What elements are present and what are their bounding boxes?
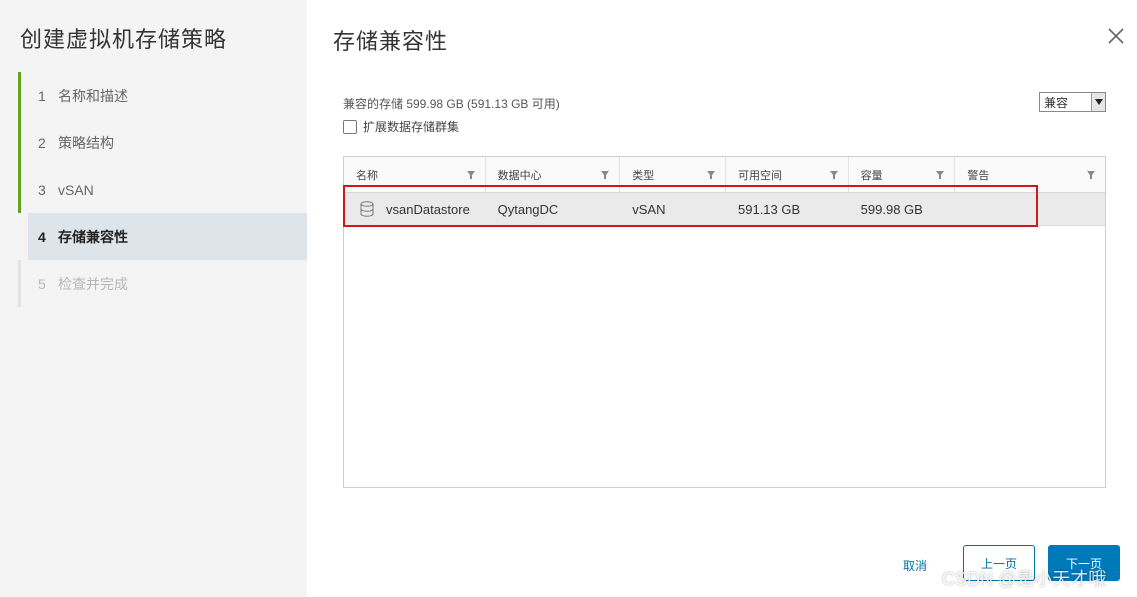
wizard-title: 创建虚拟机存储策略	[20, 27, 228, 52]
cell-capacity: 599.98 GB	[860, 201, 923, 217]
step-label: 存储兼容性	[58, 228, 128, 245]
database-icon	[360, 201, 374, 217]
filter-icon[interactable]	[707, 171, 715, 179]
column-label: 名称	[356, 169, 378, 182]
column-header-name[interactable]: 名称	[344, 157, 486, 192]
cell-datacenter: QytangDC	[497, 201, 559, 217]
filter-icon[interactable]	[1086, 171, 1095, 179]
step-label: 检查并完成	[58, 275, 128, 292]
cell-name: vsanDatastore	[344, 193, 486, 225]
wizard-step-1[interactable]: 1 名称和描述	[18, 72, 307, 119]
step-label: 策略结构	[58, 134, 114, 151]
column-header-type[interactable]: 类型	[620, 157, 726, 192]
grid-header: 名称 数据中心 类型 可用空间 容量 警告	[344, 157, 1105, 193]
column-header-warning[interactable]: 警告	[955, 157, 1105, 192]
column-header-datacenter[interactable]: 数据中心	[486, 157, 621, 192]
step-label: vSAN	[58, 181, 94, 198]
expand-cluster-label: 扩展数据存储群集	[363, 120, 460, 134]
table-row[interactable]: vsanDatastore QytangDC vSAN 591.13 GB 59…	[344, 193, 1105, 226]
cell-type: vSAN	[632, 201, 666, 217]
datastore-grid: 名称 数据中心 类型 可用空间 容量 警告 vsanDatastore Qyta…	[343, 156, 1106, 488]
column-header-capacity[interactable]: 容量	[849, 157, 956, 192]
watermark: CSDN @是小天才哦	[942, 569, 1107, 589]
compatibility-filter-select[interactable]: 兼容	[1039, 92, 1106, 112]
column-header-free-space[interactable]: 可用空间	[726, 157, 849, 192]
column-label: 类型	[632, 169, 655, 182]
wizard-step-4[interactable]: 4 存储兼容性	[28, 213, 307, 260]
filter-icon[interactable]	[829, 171, 838, 179]
datastore-name[interactable]: vsanDatastore	[386, 202, 470, 217]
filter-icon[interactable]	[466, 171, 475, 179]
wizard-sidebar: 创建虚拟机存储策略 1 名称和描述 2 策略结构 3 vSAN 4 存储兼容性 …	[0, 0, 307, 597]
step-number: 4	[38, 228, 46, 245]
expand-cluster-checkbox[interactable]	[343, 119, 357, 134]
page-title: 存储兼容性	[333, 29, 449, 54]
chevron-down-icon[interactable]	[1091, 93, 1105, 111]
cell-warning	[955, 193, 1105, 225]
step-number: 2	[38, 134, 46, 151]
cell-free-space: 591.13 GB	[738, 201, 801, 217]
expand-datastore-cluster[interactable]: 扩展数据存储群集	[343, 118, 459, 135]
step-label: 名称和描述	[58, 87, 128, 104]
close-icon[interactable]	[1104, 24, 1128, 48]
step-number: 1	[38, 87, 46, 104]
filter-selected-value: 兼容	[1044, 95, 1069, 110]
step-number: 3	[38, 181, 46, 198]
wizard-step-5: 5 检查并完成	[18, 260, 307, 307]
cancel-button[interactable]: 取消	[903, 557, 927, 574]
column-label: 数据中心	[497, 169, 542, 182]
filter-icon[interactable]	[936, 171, 945, 179]
compatible-storage-summary: 兼容的存储 599.98 GB (591.13 GB 可用)	[343, 97, 560, 111]
step-number: 5	[38, 275, 46, 292]
column-label: 可用空间	[738, 169, 782, 182]
column-label: 容量	[860, 169, 883, 182]
wizard-steps: 1 名称和描述 2 策略结构 3 vSAN 4 存储兼容性 5 检查并完成	[18, 72, 307, 307]
filter-icon[interactable]	[601, 171, 610, 179]
wizard-step-3[interactable]: 3 vSAN	[18, 166, 307, 213]
wizard-step-2[interactable]: 2 策略结构	[18, 119, 307, 166]
column-label: 警告	[967, 169, 990, 182]
